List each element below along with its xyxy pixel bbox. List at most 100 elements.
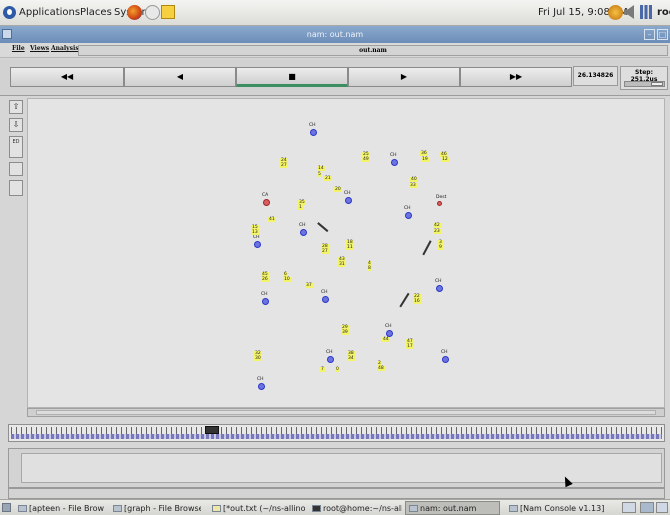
node-label: 37 <box>305 283 313 288</box>
node-circle <box>391 159 398 166</box>
step-slider-knob[interactable] <box>651 82 663 86</box>
trash-icon[interactable] <box>656 502 668 513</box>
timeline-slider[interactable] <box>8 424 665 442</box>
task-label: [graph - File Browser] <box>124 504 202 513</box>
node-circle <box>262 298 269 305</box>
notes-icon[interactable] <box>161 5 175 19</box>
menu-file[interactable]: File <box>12 45 25 52</box>
folder-icon <box>113 505 122 512</box>
canvas-horizontal-scrollbar[interactable] <box>27 408 665 417</box>
edit-tool[interactable]: ED <box>9 136 23 158</box>
task-label: [apteen - File Browser] <box>29 504 105 513</box>
minimize-icon[interactable]: – <box>644 29 655 40</box>
help-icon[interactable] <box>145 5 160 20</box>
node-label: 5 <box>317 172 322 177</box>
speed-slider-up[interactable] <box>9 162 23 176</box>
menu-analysis[interactable]: Analysis <box>51 45 79 52</box>
screen: Applications Places System Fri Jul 15, 9… <box>0 0 670 515</box>
node-label: 31 <box>338 262 346 267</box>
taskbar: [apteen - File Browser] [graph - File Br… <box>0 499 670 515</box>
node-label: 34 <box>347 356 355 361</box>
node-circle <box>310 129 317 136</box>
task-nam[interactable]: nam: out.nam <box>405 501 500 515</box>
node-label: 27 <box>321 249 329 254</box>
node-label: 49 <box>362 157 370 162</box>
maximize-icon[interactable]: □ <box>657 29 668 40</box>
step-slider[interactable] <box>624 81 665 87</box>
node-label: 0 <box>335 367 340 372</box>
chart-icon[interactable] <box>640 5 652 19</box>
node-circle <box>436 285 443 292</box>
file-label: out.nam <box>78 45 668 56</box>
time-display: 26.134826 <box>573 66 618 86</box>
node-circle <box>327 356 334 363</box>
node-circle <box>254 241 261 248</box>
packet-link <box>317 222 329 232</box>
node-label: 26 <box>261 277 269 282</box>
applications-menu[interactable]: Applications <box>19 0 80 26</box>
node-label: 10 <box>283 277 291 282</box>
node-circle <box>263 199 270 206</box>
node-circle <box>300 229 307 236</box>
step-control[interactable]: Step: 251.2us <box>620 66 668 90</box>
timeline-track <box>11 434 662 439</box>
zoom-toolbar: ⇧ ⇩ ED <box>8 98 26 418</box>
packet-link <box>399 292 410 308</box>
fast-forward-button[interactable]: ▶▶ <box>460 67 572 87</box>
task-nam-console[interactable]: [Nam Console v1.13] <box>505 501 605 515</box>
node-circle <box>437 201 442 206</box>
show-desktop-icon[interactable] <box>2 503 11 512</box>
node-label: 21 <box>324 176 332 181</box>
zoom-in-icon[interactable]: ⇧ <box>9 100 23 114</box>
control-bar: ◀◀ ◀ ■ ▶ ▶▶ <box>0 59 670 96</box>
node-label: 9 <box>438 245 443 250</box>
task-label: [*out.txt (~/ns-allinon... <box>223 504 306 513</box>
play-button[interactable]: ▶ <box>348 67 460 87</box>
task-text-editor[interactable]: [*out.txt (~/ns-allinon... <box>208 501 306 515</box>
network-icon[interactable] <box>608 5 623 20</box>
stop-button[interactable]: ■ <box>236 67 348 87</box>
packet-link <box>422 240 432 256</box>
node-circle <box>258 383 265 390</box>
user-menu[interactable]: roo <box>657 0 670 26</box>
timeline-thumb[interactable] <box>205 426 219 434</box>
node-label: 42 <box>433 223 441 228</box>
workspace-1[interactable] <box>622 502 636 513</box>
menu-bar: File Views Analysis out.nam <box>0 43 670 58</box>
speed-slider-knob[interactable] <box>9 180 23 196</box>
window-icon <box>409 505 418 512</box>
step-back-button[interactable]: ◀ <box>124 67 236 87</box>
node-label: 1 <box>298 205 303 210</box>
task-terminal[interactable]: root@home:~/ns-allin... <box>308 501 403 515</box>
node-label: 27 <box>280 163 288 168</box>
node-label: 23 <box>433 229 441 234</box>
node-circle <box>442 356 449 363</box>
window-icon <box>509 505 518 512</box>
task-file-browser-apteen[interactable]: [apteen - File Browser] <box>14 501 105 515</box>
workspace-2[interactable] <box>640 502 654 513</box>
zoom-out-icon[interactable]: ⇩ <box>9 118 23 132</box>
places-menu[interactable]: Places <box>80 0 112 26</box>
node-label: 16 <box>413 299 421 304</box>
ubuntu-logo-icon[interactable] <box>3 6 16 19</box>
task-file-browser-graph[interactable]: [graph - File Browser] <box>109 501 202 515</box>
node-label: 44 <box>382 337 390 342</box>
text-editor-icon <box>212 505 221 512</box>
firefox-icon[interactable] <box>127 5 142 20</box>
menu-views[interactable]: Views <box>30 45 49 52</box>
folder-icon <box>18 505 27 512</box>
node-label: 12 <box>441 157 449 162</box>
scrollbar-thumb[interactable] <box>36 410 656 415</box>
node-label: 39 <box>341 330 349 335</box>
window-title: nam: out.nam <box>306 30 364 39</box>
window-titlebar[interactable]: nam: out.nam – □ <box>0 26 670 43</box>
node-label: 14 <box>317 166 325 171</box>
animation-canvas[interactable]: CH CH CH CA CH CH CH CH CH CH CH CH CH C… <box>27 98 665 408</box>
node-label: 11 <box>346 245 354 250</box>
node-label: 48 <box>377 366 385 371</box>
node-circle <box>386 330 393 337</box>
rewind-button[interactable]: ◀◀ <box>10 67 124 87</box>
top-panel: Applications Places System Fri Jul 15, 9… <box>0 0 670 26</box>
task-label: nam: out.nam <box>420 504 477 513</box>
node-label: 40 <box>410 177 418 182</box>
